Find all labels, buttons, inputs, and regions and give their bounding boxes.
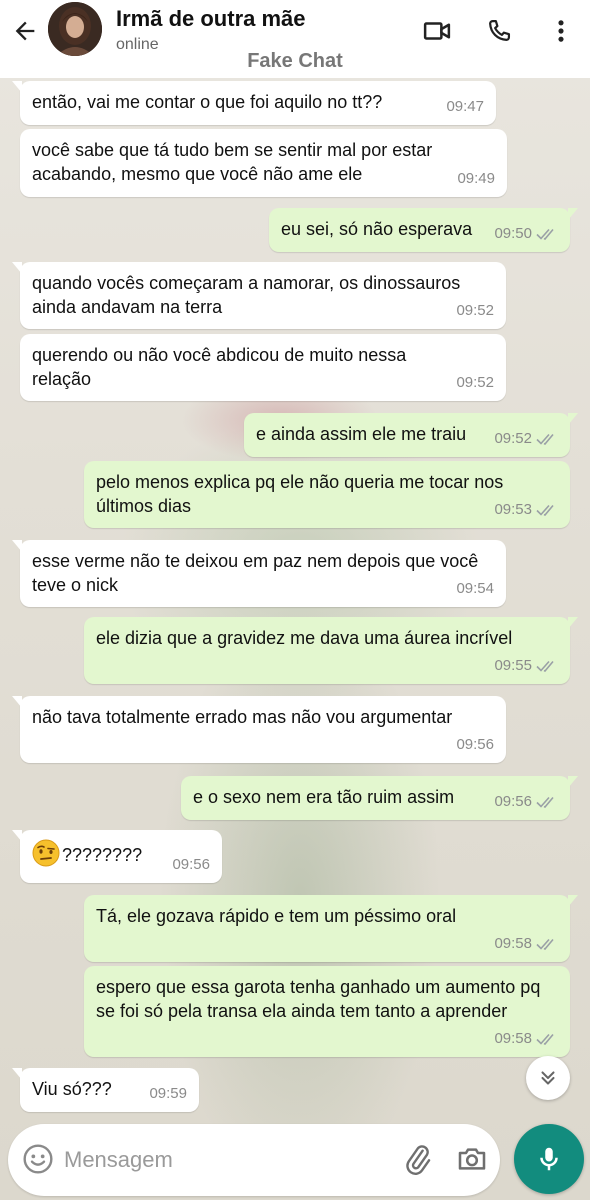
message-time: 09:52 <box>456 374 494 391</box>
message-meta: 09:50 <box>494 222 558 246</box>
message-text: quando vocês começaram a namorar, os din… <box>32 273 461 317</box>
more-options-button[interactable] <box>544 14 578 48</box>
message-text: esse verme não te deixou em paz nem depo… <box>32 551 479 595</box>
double-check-icon <box>536 660 554 672</box>
message-time: 09:56 <box>456 736 494 753</box>
message-time: 09:58 <box>494 935 532 952</box>
message-time: 09:56 <box>494 793 532 810</box>
message-meta: 09:47 <box>446 95 484 119</box>
message-time: 09:59 <box>149 1085 187 1102</box>
message-bubble-incoming[interactable]: não tava totalmente errado mas não vou a… <box>12 696 506 763</box>
double-check-icon <box>536 433 554 445</box>
message-meta: 09:49 <box>457 167 495 191</box>
contact-name[interactable]: Irmã de outra mãe <box>116 6 306 32</box>
message-bubble-incoming[interactable]: você sabe que tá tudo bem se sentir mal … <box>20 129 507 197</box>
message-text: querendo ou não você abdicou de muito ne… <box>32 345 407 389</box>
message-time: 09:52 <box>494 430 532 447</box>
microphone-icon <box>540 1147 558 1171</box>
message-bubble-outgoing[interactable]: espero que essa garota tenha ganhado um … <box>84 966 570 1057</box>
message-bubble-incoming[interactable]: Viu só??? 09:59 <box>12 1068 199 1112</box>
message-meta: 09:56 <box>494 790 558 814</box>
message-bubble-outgoing[interactable]: e o sexo nem era tão ruim assim 09:56 <box>181 776 578 820</box>
message-bubble-outgoing[interactable]: eu sei, só não esperava 09:50 <box>269 208 578 252</box>
camera-icon[interactable] <box>456 1143 488 1175</box>
message-meta: 09:58 <box>494 1027 558 1051</box>
message-text: Tá, ele gozava rápido e tem um péssimo o… <box>96 906 457 926</box>
double-check-icon <box>536 1033 554 1045</box>
double-check-icon <box>536 796 554 808</box>
message-meta: 09:52 <box>456 299 494 323</box>
voice-call-button[interactable] <box>482 14 516 48</box>
message-meta: 09:58 <box>494 932 558 956</box>
message-time: 09:52 <box>456 302 494 319</box>
microphone-button[interactable] <box>514 1124 584 1194</box>
arrow-left-icon <box>15 21 35 41</box>
message-bubble-outgoing[interactable]: e ainda assim ele me traiu 09:52 <box>244 413 578 457</box>
message-time: 09:47 <box>446 98 484 115</box>
message-text: não tava totalmente errado mas não vou a… <box>32 707 453 727</box>
message-input[interactable] <box>64 1140 344 1180</box>
message-meta: 09:56 <box>456 733 494 757</box>
message-text: então, vai me contar o que foi aquilo no… <box>32 92 383 112</box>
message-time: 09:49 <box>457 170 495 187</box>
message-bubble-incoming[interactable]: então, vai me contar o que foi aquilo no… <box>12 81 496 125</box>
avatar[interactable] <box>48 2 102 56</box>
message-text: você sabe que tá tudo bem se sentir mal … <box>32 140 433 184</box>
message-text: ele dizia que a gravidez me dava uma áur… <box>96 628 513 648</box>
message-time: 09:54 <box>456 580 494 597</box>
message-meta: 09:54 <box>456 577 494 601</box>
message-meta: 09:53 <box>494 498 558 522</box>
message-bubble-outgoing[interactable]: ele dizia que a gravidez me dava uma áur… <box>84 617 578 684</box>
message-text: pelo menos explica pq ele não queria me … <box>96 472 504 516</box>
emoji-icon[interactable] <box>22 1143 54 1175</box>
double-check-icon <box>536 228 554 240</box>
vertical-dots-icon <box>558 20 564 42</box>
double-check-icon <box>536 938 554 950</box>
message-time: 09:58 <box>494 1030 532 1047</box>
message-bubble-incoming[interactable]: querendo ou não você abdicou de muito ne… <box>20 334 506 401</box>
message-meta: 09:52 <box>494 427 558 451</box>
watermark: Fake Chat <box>247 50 343 72</box>
video-camera-icon <box>423 22 451 40</box>
message-meta: 09:59 <box>149 1082 187 1106</box>
message-time: 09:50 <box>494 225 532 242</box>
message-time: 09:53 <box>494 501 532 518</box>
back-button[interactable] <box>8 14 42 48</box>
message-bubble-incoming[interactable]: esse verme não te deixou em paz nem depo… <box>12 540 506 607</box>
message-text: espero que essa garota tenha ganhado um … <box>96 977 541 1021</box>
phone-icon <box>489 19 511 41</box>
scroll-to-bottom-button[interactable] <box>526 1056 570 1100</box>
message-time: 09:56 <box>172 856 210 873</box>
message-time: 09:55 <box>494 657 532 674</box>
message-meta: 09:55 <box>494 654 558 678</box>
message-text: ???????? <box>62 845 143 865</box>
double-chevron-down-icon <box>541 1071 555 1085</box>
message-bubble-incoming[interactable]: ???????? 09:56 <box>12 830 222 883</box>
raised-eyebrow-face-icon <box>32 839 60 867</box>
message-bubble-outgoing[interactable]: pelo menos explica pq ele não queria me … <box>84 461 570 528</box>
message-meta: 09:56 <box>172 853 210 877</box>
message-bubble-incoming[interactable]: quando vocês começaram a namorar, os din… <box>12 262 506 329</box>
video-call-button[interactable] <box>420 14 454 48</box>
chat-header: Irmã de outra mãe online Fake Chat <box>0 0 590 78</box>
paperclip-icon[interactable] <box>402 1143 434 1175</box>
message-meta: 09:52 <box>456 371 494 395</box>
message-composer <box>8 1124 500 1196</box>
message-bubble-outgoing[interactable]: Tá, ele gozava rápido e tem um péssimo o… <box>84 895 578 962</box>
double-check-icon <box>536 504 554 516</box>
